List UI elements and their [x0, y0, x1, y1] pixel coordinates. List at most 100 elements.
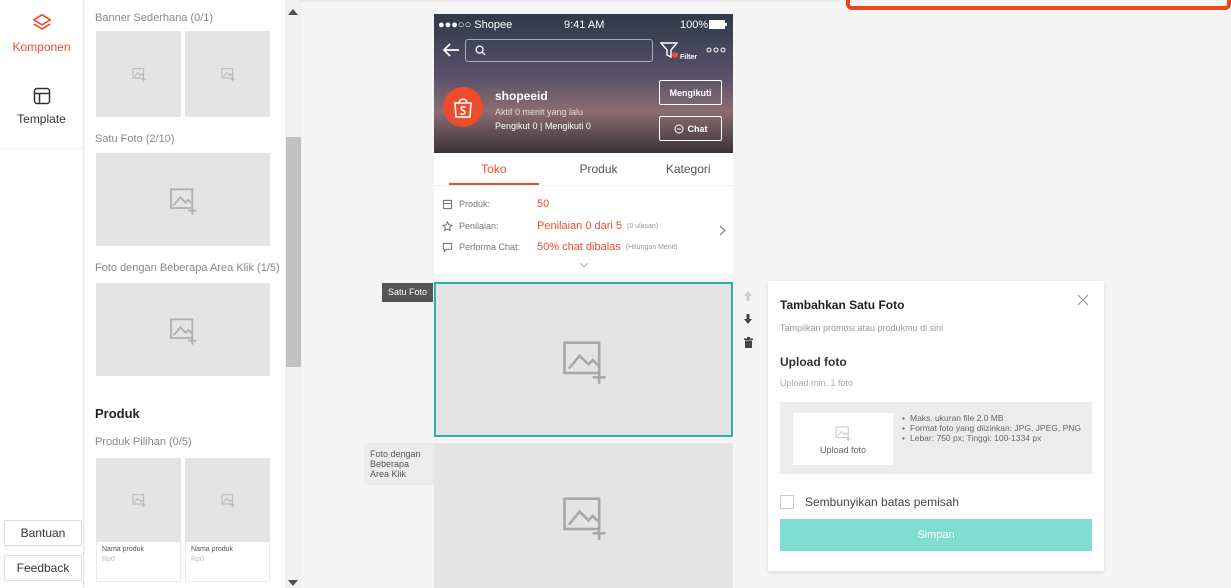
- shop-stats: Produk: 50 Penilaian: Penilaian 0 dari 5…: [434, 186, 733, 274]
- product-card-info-2: Nama produk Rp0: [185, 542, 270, 582]
- hide-divider-checkbox[interactable]: [780, 495, 794, 509]
- next-component-tag: Foto dengan Beberapa Area Klik: [364, 443, 434, 485]
- save-button[interactable]: Simpan: [780, 519, 1092, 551]
- shop-search-input[interactable]: [465, 39, 653, 62]
- single-photo-config-panel: Tambahkan Satu Foto Tampilkan promosi at…: [768, 281, 1104, 571]
- multi-click-photo-component[interactable]: [434, 443, 733, 588]
- panel-scrollbar[interactable]: [285, 0, 302, 588]
- stat-row-chat-performance: Performa Chat: 50% chat dibalas (Hitunga…: [442, 240, 678, 254]
- stat-label: Penilaian:: [459, 221, 499, 231]
- chat-bubble-icon: [442, 242, 453, 253]
- rail-item-label: Komponen: [12, 40, 71, 54]
- upload-box-label: Upload foto: [819, 444, 867, 455]
- section-label-multi-click: Foto dengan Beberapa Area Klik (1/5): [95, 262, 280, 274]
- selected-component-tag: Satu Foto: [382, 283, 433, 302]
- product-name: Nama produk: [102, 546, 145, 553]
- component-single-photo-thumb[interactable]: [96, 153, 270, 246]
- shop-decoration-editor: Komponen Template Bantuan Feedback Banne…: [0, 0, 1231, 588]
- chat-button-label: Chat: [687, 123, 708, 134]
- status-time: 9:41 AM: [564, 19, 605, 31]
- chevron-down-icon[interactable]: [579, 262, 589, 268]
- scroll-down-arrow-icon[interactable]: [288, 580, 298, 586]
- config-title: Tambahkan Satu Foto: [780, 298, 905, 312]
- shop-avatar: [443, 87, 483, 127]
- product-card-image-1[interactable]: [96, 458, 181, 542]
- left-nav-rail: Komponen Template Bantuan Feedback: [0, 0, 84, 588]
- image-add-icon: [220, 68, 235, 82]
- following-button[interactable]: Mengikuti: [659, 80, 722, 105]
- arrow-up-icon: [744, 291, 752, 301]
- image-add-icon: [835, 425, 851, 441]
- component-banner-thumb-2[interactable]: [185, 31, 270, 117]
- image-add-icon: [170, 317, 197, 345]
- stat-row-products: Produk: 50: [442, 197, 549, 211]
- component-banner-thumb-1[interactable]: [96, 31, 181, 117]
- shop-active-status: Aktif 0 menit yang lalu: [495, 107, 584, 117]
- shop-name: shopeeid: [495, 89, 548, 103]
- rail-item-label: Template: [17, 112, 66, 126]
- stat-label: Produk:: [459, 199, 491, 209]
- image-add-icon: [131, 494, 146, 508]
- tab-kategori[interactable]: Kategori: [643, 153, 733, 185]
- scrollbar-thumb[interactable]: [286, 137, 301, 367]
- upload-heading: Upload foto: [780, 355, 847, 369]
- status-battery: 100%: [680, 19, 709, 31]
- top-divider: [300, 0, 840, 2]
- feedback-button[interactable]: Feedback: [4, 555, 82, 581]
- chat-button[interactable]: Chat: [659, 116, 722, 141]
- upload-rule: Format foto yang diizinkan: JPG, JPEG, P…: [902, 423, 1087, 433]
- scroll-up-arrow-icon[interactable]: [288, 9, 298, 15]
- rail-item-template[interactable]: Template: [0, 74, 83, 148]
- component-multi-click-thumb[interactable]: [96, 283, 270, 376]
- upload-rule: Maks. ukuran file 2.0 MB: [902, 413, 1087, 423]
- product-price: Rp0: [102, 556, 115, 563]
- notification-dot-icon: [672, 52, 678, 58]
- search-icon: [475, 45, 486, 56]
- image-add-icon: [562, 340, 606, 384]
- shop-tabs: Toko Produk Kategori: [434, 153, 733, 186]
- rail-divider: [0, 148, 84, 149]
- tab-toko[interactable]: Toko: [449, 153, 539, 185]
- filter-label: Filter: [680, 54, 698, 61]
- delete-component-button[interactable]: [740, 334, 756, 350]
- upload-rules: Maks. ukuran file 2.0 MB Format foto yan…: [902, 413, 1087, 443]
- product-name: Nama produk: [191, 546, 234, 553]
- stat-row-rating[interactable]: Penilaian: Penilaian 0 dari 5 (0 ulasan): [442, 219, 658, 233]
- product-price: Rp0: [191, 556, 204, 563]
- section-title-produk: Produk: [95, 406, 140, 421]
- help-button[interactable]: Bantuan: [4, 520, 82, 546]
- phone-status-bar: ●●●○○ Shopee 9:41 AM 100%: [434, 14, 733, 34]
- upload-area: Upload foto Maks. ukuran file 2.0 MB For…: [780, 402, 1092, 474]
- shop-header-preview: ●●●○○ Shopee 9:41 AM 100% Filter shopeei…: [434, 14, 733, 153]
- close-icon[interactable]: [1077, 294, 1089, 306]
- upload-rule: Lebar: 750 px; Tinggi: 100-1334 px: [902, 433, 1087, 443]
- section-label-featured-products: Produk Pilihan (0/5): [95, 436, 192, 448]
- status-carrier: ●●●○○ Shopee: [438, 19, 513, 31]
- shop-follow-stats: Pengikut 0 | Mengikuti 0: [495, 121, 591, 131]
- chat-icon: [674, 124, 683, 133]
- back-arrow-icon[interactable]: [442, 42, 460, 58]
- product-card-info-1: Nama produk Rp0: [96, 542, 181, 582]
- trash-icon: [743, 336, 753, 348]
- more-options-icon[interactable]: [706, 47, 726, 53]
- rail-item-komponen[interactable]: Komponen: [0, 0, 83, 74]
- selected-single-photo-component[interactable]: [434, 282, 733, 437]
- battery-icon: [709, 20, 727, 29]
- move-up-button[interactable]: [740, 288, 756, 304]
- stat-value: 50: [537, 198, 550, 210]
- move-down-button[interactable]: [740, 311, 756, 327]
- image-add-icon: [131, 68, 146, 82]
- upload-photo-button[interactable]: Upload foto: [793, 413, 893, 465]
- product-card-image-2[interactable]: [185, 458, 270, 542]
- tab-produk[interactable]: Produk: [554, 153, 644, 185]
- chevron-right-icon[interactable]: [719, 225, 726, 236]
- stat-value: Penilaian 0 dari 5: [537, 220, 623, 232]
- stat-value: 50% chat dibalas: [537, 241, 621, 253]
- section-label-single-photo: Satu Foto (2/10): [95, 133, 175, 145]
- hide-divider-option[interactable]: Sembunyikan batas pemisah: [780, 494, 959, 510]
- hide-divider-label: Sembunyikan batas pemisah: [805, 495, 960, 509]
- image-add-icon: [220, 494, 235, 508]
- highlight-frame: [846, 0, 1231, 10]
- star-icon: [442, 220, 453, 232]
- upload-min-hint: Upload min. 1 foto: [780, 378, 854, 388]
